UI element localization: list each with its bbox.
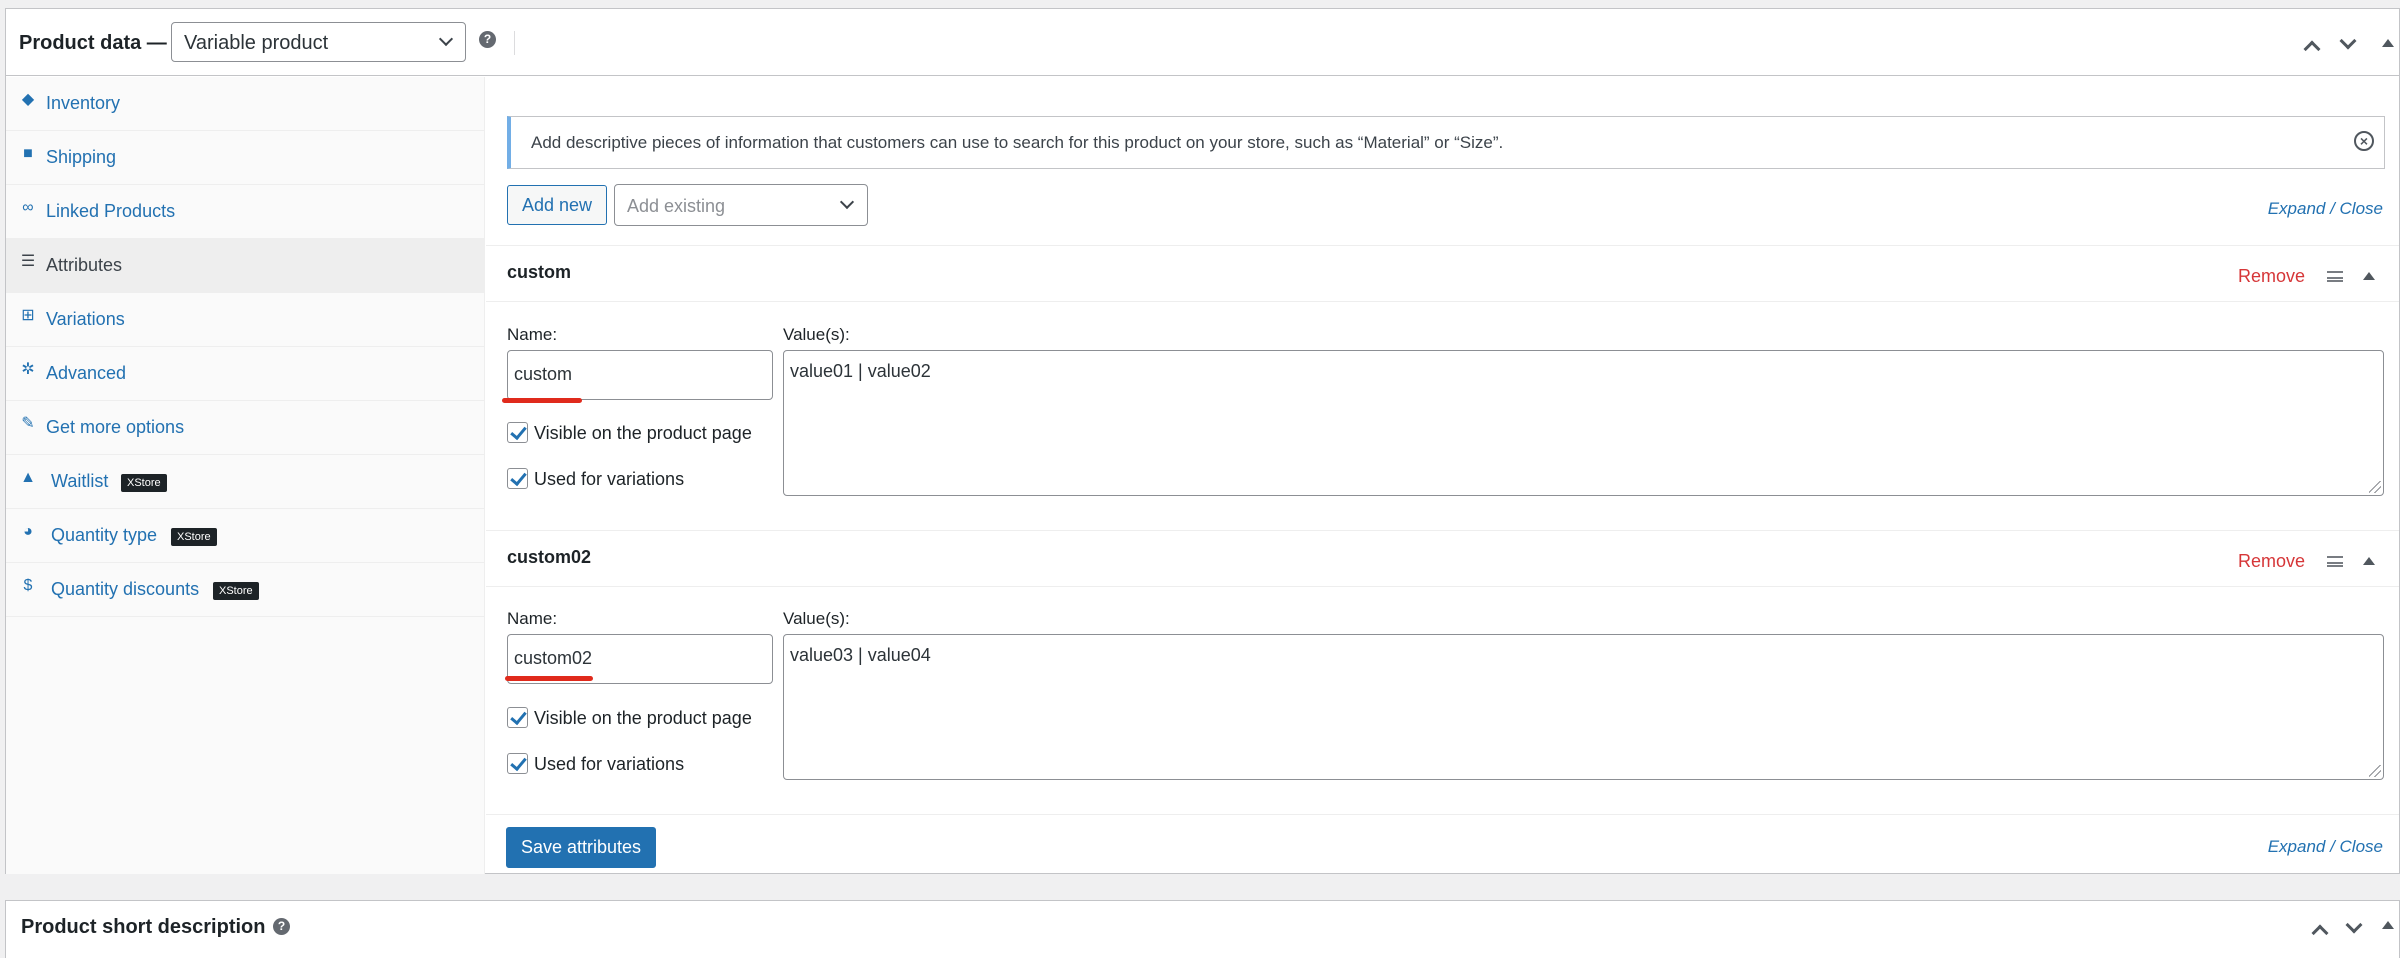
- tab-label: Waitlist: [51, 471, 109, 491]
- tab-attributes[interactable]: ☰ Attributes: [6, 239, 485, 293]
- attribute-title: custom02: [507, 547, 592, 567]
- list-view-icon: ☰: [20, 253, 36, 270]
- values-label: Value(s):: [783, 325, 850, 344]
- remove-link[interactable]: Remove: [2238, 551, 2305, 572]
- close-icon[interactable]: ×: [2354, 131, 2374, 151]
- product-data-title: Product data —: [19, 32, 167, 54]
- header-divider: [514, 31, 515, 55]
- collapse-toggle-icon[interactable]: [2382, 39, 2394, 47]
- tab-label: Quantity type: [51, 525, 158, 545]
- save-attributes-button[interactable]: Save attributes: [506, 827, 656, 868]
- attribute-values-textarea[interactable]: value01 | value02: [783, 350, 2384, 496]
- tab-get-more-options[interactable]: ✎ Get more options: [6, 401, 485, 455]
- resize-grip-icon[interactable]: [2369, 481, 2381, 493]
- variations-checkbox[interactable]: [507, 753, 528, 774]
- attribute-values-textarea[interactable]: value03 | value04: [783, 634, 2384, 780]
- tab-label: Attributes: [46, 255, 123, 275]
- visible-checkbox[interactable]: [507, 422, 528, 443]
- notice-text: Add descriptive pieces of information th…: [531, 133, 1504, 152]
- collapse-toggle-icon[interactable]: [2363, 557, 2375, 565]
- product-data-tabs: ◆ Inventory ■ Shipping ∞ Linked Products…: [6, 77, 485, 874]
- variations-checkbox[interactable]: [507, 468, 528, 489]
- variations-label: Used for variations: [534, 754, 685, 774]
- visible-checkbox[interactable]: [507, 707, 528, 728]
- tab-linked-products[interactable]: ∞ Linked Products: [6, 185, 485, 239]
- variations-label: Used for variations: [534, 469, 685, 489]
- add-existing-select[interactable]: Add existing: [614, 184, 868, 226]
- tab-label: Linked Products: [46, 201, 176, 221]
- add-existing-placeholder: Add existing: [627, 196, 726, 216]
- product-data-box: Product data — Variable product ? ◆ Inve…: [5, 8, 2400, 874]
- tab-advanced[interactable]: ✲ Advanced: [6, 347, 485, 401]
- product-data-header: Product data — Variable product ?: [6, 9, 2399, 76]
- gear-icon: ✲: [21, 361, 35, 378]
- drag-handle-icon[interactable]: [2327, 271, 2343, 282]
- short-description-title: Product short description: [21, 916, 266, 938]
- tab-label: Get more options: [46, 417, 185, 437]
- red-underline-annotation: [502, 398, 582, 403]
- help-icon[interactable]: ?: [273, 918, 290, 935]
- tag-icon: ◆: [21, 91, 35, 108]
- move-up-icon[interactable]: [2311, 924, 2329, 942]
- tab-label: Quantity discounts: [51, 579, 200, 599]
- dollar-icon: $: [23, 577, 33, 594]
- tab-variations[interactable]: ⊞ Variations: [6, 293, 485, 347]
- attributes-footer: Save attributes Expand / Close: [486, 814, 2399, 874]
- drag-handle-icon[interactable]: [2327, 556, 2343, 567]
- red-underline-annotation: [505, 676, 593, 681]
- attribute-name-input[interactable]: custom: [507, 350, 773, 400]
- info-notice: Add descriptive pieces of information th…: [507, 116, 2385, 169]
- short-description-box: Product short description ?: [5, 900, 2400, 958]
- tab-label: Shipping: [46, 147, 117, 167]
- chevron-down-icon: [438, 31, 454, 47]
- attribute-header[interactable]: custom Remove: [486, 245, 2399, 302]
- chevron-down-icon: [839, 194, 855, 210]
- resize-grip-icon[interactable]: [2369, 765, 2381, 777]
- move-down-icon[interactable]: [2339, 32, 2357, 50]
- attribute-values-text: value03 | value04: [790, 645, 931, 665]
- attribute-values-text: value01 | value02: [790, 361, 931, 381]
- expand-close-link[interactable]: Expand / Close: [2268, 837, 2383, 857]
- attribute-header[interactable]: custom02 Remove: [486, 530, 2399, 587]
- move-down-icon[interactable]: [2345, 916, 2363, 934]
- collapse-toggle-icon[interactable]: [2363, 272, 2375, 280]
- link-icon: ∞: [22, 199, 34, 216]
- tab-quantity-type[interactable]: ◕ Quantity type XStore: [6, 509, 485, 563]
- tab-label: Inventory: [46, 93, 121, 113]
- tab-label: Advanced: [46, 363, 127, 383]
- attributes-panel: Add descriptive pieces of information th…: [486, 77, 2399, 874]
- grid-icon: ⊞: [21, 307, 35, 324]
- tab-quantity-discounts[interactable]: $ Quantity discounts XStore: [6, 563, 485, 617]
- visible-label: Visible on the product page: [534, 708, 752, 728]
- name-label: Name:: [507, 609, 558, 628]
- visible-label: Visible on the product page: [534, 423, 752, 443]
- tab-label: Variations: [46, 309, 125, 329]
- name-label: Name:: [507, 325, 558, 344]
- truck-icon: ■: [23, 145, 33, 162]
- help-icon[interactable]: ?: [479, 31, 496, 48]
- tab-waitlist[interactable]: ▲ Waitlist XStore: [6, 455, 485, 509]
- remove-link[interactable]: Remove: [2238, 266, 2305, 287]
- xstore-badge: XStore: [171, 528, 217, 546]
- xstore-badge: XStore: [121, 474, 167, 492]
- values-label: Value(s):: [783, 609, 850, 628]
- expand-close-link[interactable]: Expand / Close: [2268, 199, 2383, 219]
- xstore-badge: XStore: [213, 582, 259, 600]
- product-type-select[interactable]: Variable product: [171, 22, 466, 62]
- tab-inventory[interactable]: ◆ Inventory: [6, 77, 485, 131]
- bell-icon: ▲: [20, 469, 36, 486]
- attribute-title: custom: [507, 262, 572, 282]
- add-new-button[interactable]: Add new: [507, 185, 607, 225]
- product-type-value: Variable product: [184, 32, 329, 54]
- plugin-icon: ✎: [21, 415, 35, 432]
- tab-shipping[interactable]: ■ Shipping: [6, 131, 485, 185]
- collapse-toggle-icon[interactable]: [2382, 921, 2394, 929]
- move-up-icon[interactable]: [2303, 40, 2321, 58]
- pie-chart-icon: ◕: [23, 523, 33, 540]
